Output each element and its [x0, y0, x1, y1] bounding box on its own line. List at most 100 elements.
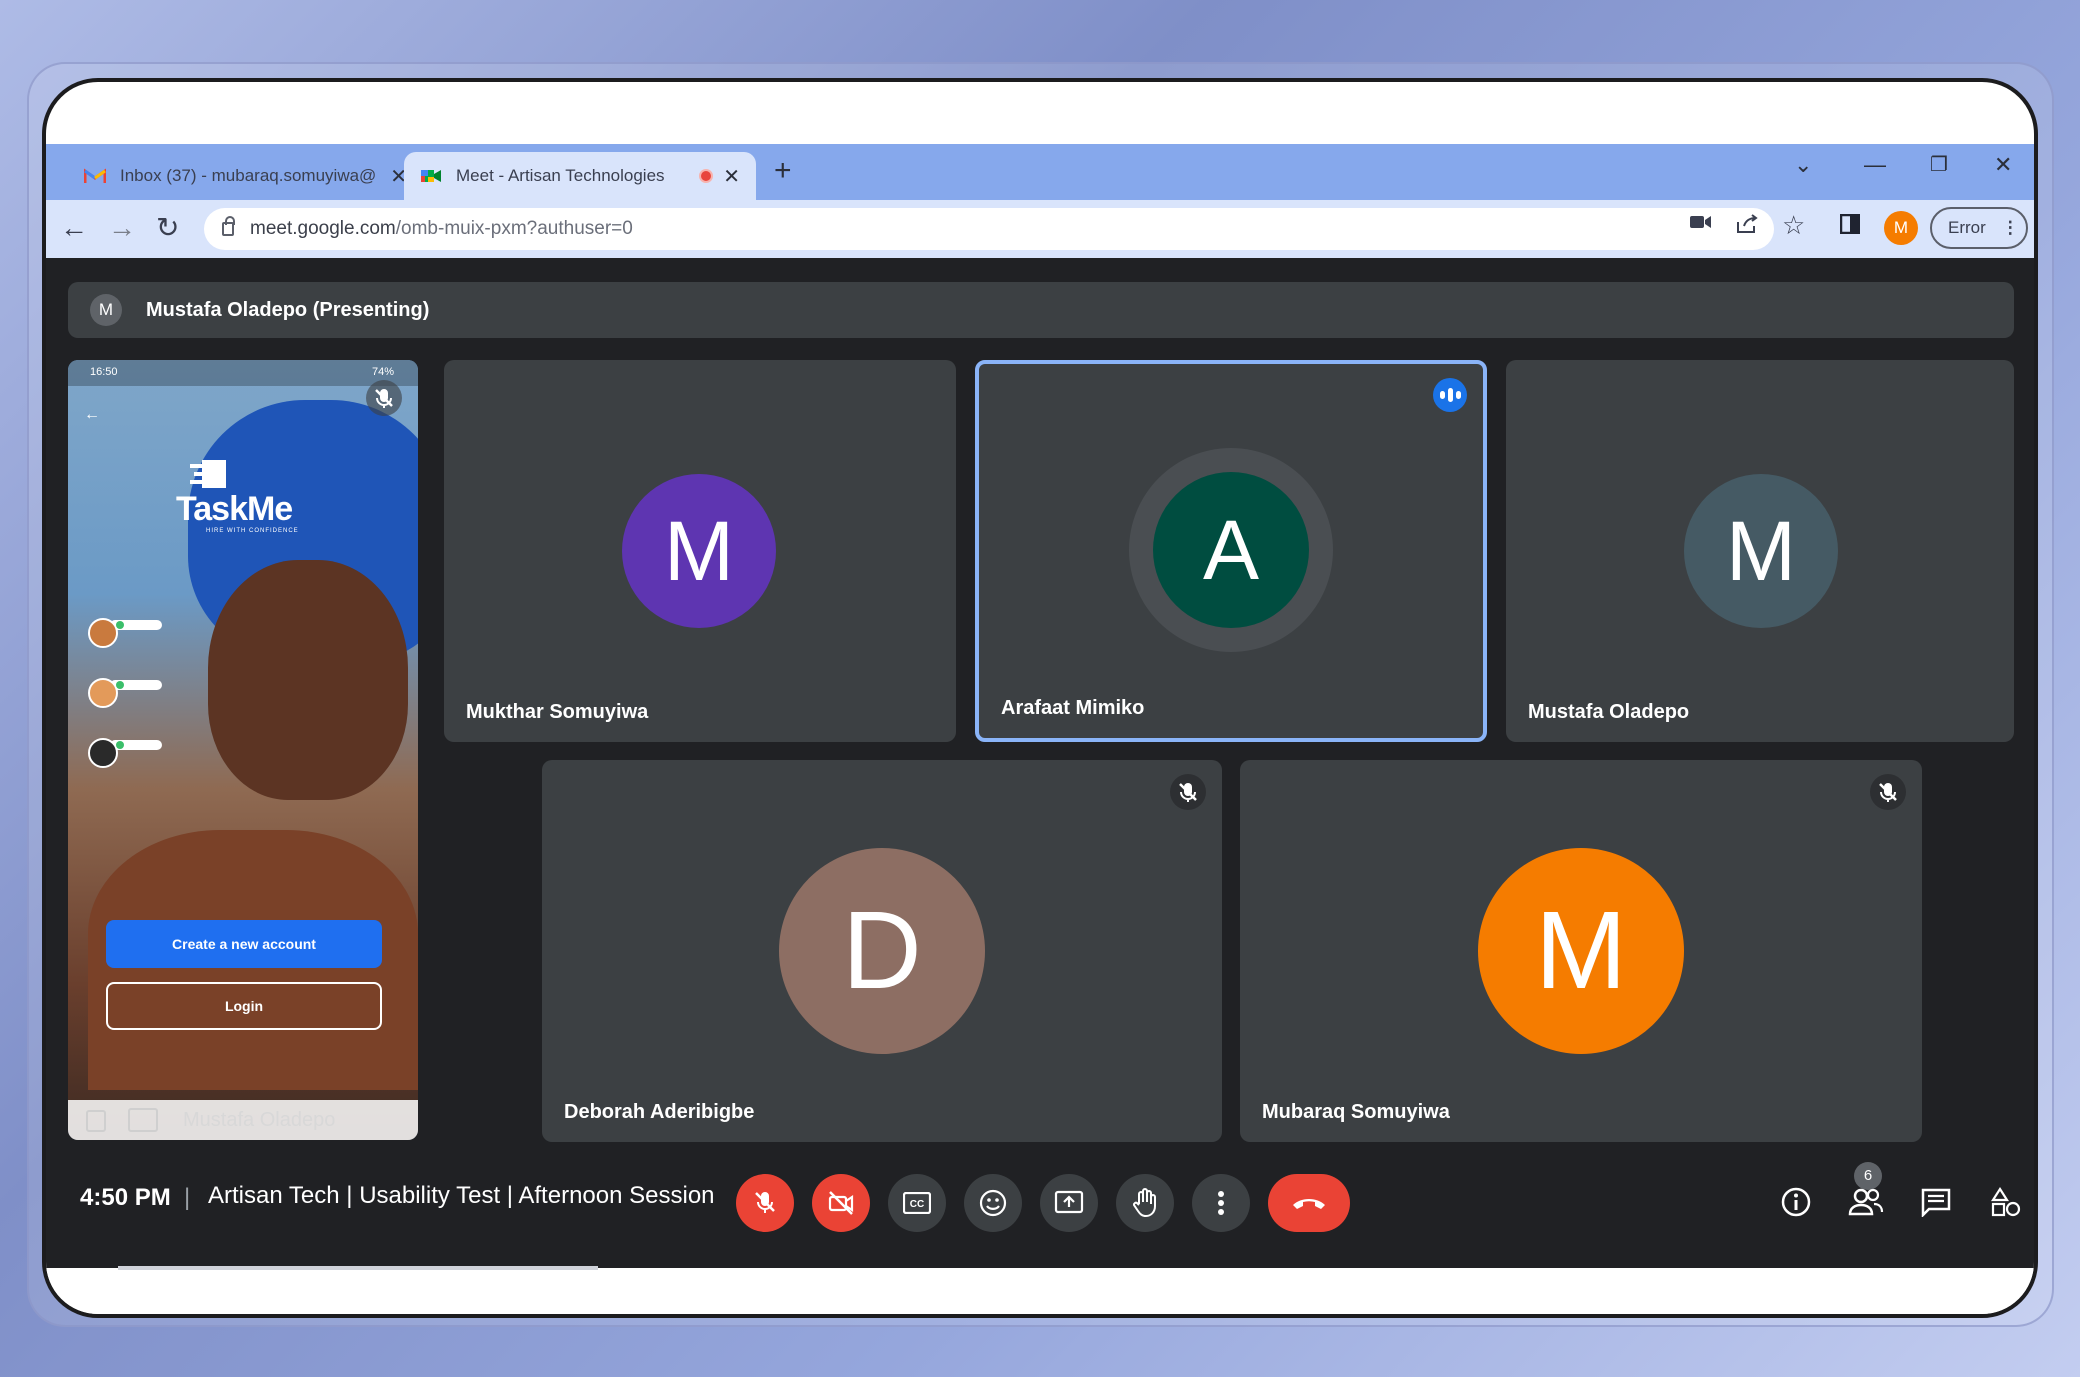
- participant-tile[interactable]: D Deborah Aderibigbe: [542, 760, 1222, 1142]
- present-icon: [1054, 1190, 1084, 1214]
- captions-icon: CC: [903, 1192, 931, 1214]
- recording-icon: [699, 169, 714, 183]
- fullscreen-icon[interactable]: [128, 1108, 158, 1132]
- mic-off-icon: [1170, 774, 1206, 810]
- camera-toggle-button[interactable]: [812, 1174, 870, 1232]
- avatar-chip: [88, 734, 168, 768]
- illustration-face: [208, 560, 408, 800]
- microphone-toggle-button[interactable]: [736, 1174, 794, 1232]
- browser-window: Inbox (37) - mubaraq.somuyiwa@ ✕ Meet - …: [42, 78, 2038, 1318]
- mic-off-icon: [1870, 774, 1906, 810]
- participant-name: Deborah Aderibigbe: [564, 1101, 755, 1123]
- participant-avatar: D: [779, 848, 985, 1054]
- people-icon: [1848, 1188, 1884, 1216]
- participant-tile[interactable]: M Mubaraq Somuyiwa: [1240, 760, 1922, 1142]
- tab-bar: Inbox (37) - mubaraq.somuyiwa@ ✕ Meet - …: [46, 144, 2034, 200]
- profile-avatar[interactable]: M: [1884, 211, 1918, 245]
- side-panel-icon[interactable]: [1840, 214, 1860, 234]
- url-host: meet.google.com: [250, 218, 396, 239]
- participant-avatar: A: [1153, 472, 1309, 628]
- hang-up-icon: [1293, 1199, 1325, 1209]
- present-screen-button[interactable]: [1040, 1174, 1098, 1232]
- close-tab-icon[interactable]: ✕: [723, 164, 740, 189]
- camera-icon[interactable]: [1690, 214, 1712, 230]
- participant-tile-active-speaker[interactable]: A Arafaat Mimiko: [975, 360, 1487, 742]
- bookmark-star-icon[interactable]: ☆: [1782, 210, 1805, 241]
- phone-time: 16:50: [90, 366, 118, 378]
- create-account-button: Create a new account: [106, 920, 382, 968]
- more-options-button[interactable]: [1192, 1174, 1250, 1232]
- tab-search-icon[interactable]: ⌄: [1794, 152, 1812, 178]
- leave-call-button[interactable]: [1268, 1174, 1350, 1232]
- new-tab-button[interactable]: +: [774, 154, 792, 188]
- participant-tile[interactable]: M Mustafa Oladepo: [1506, 360, 2014, 742]
- meet-stage: M Mustafa Oladepo (Presenting) 16:50 74%…: [46, 258, 2034, 1268]
- speaking-indicator-icon: [1433, 378, 1467, 412]
- avatar-chip: [88, 614, 168, 648]
- mic-off-icon: [755, 1192, 775, 1213]
- url-path: /omb-muix-pxm?authuser=0: [395, 218, 633, 239]
- captions-button[interactable]: CC: [888, 1174, 946, 1232]
- title-separator: |: [184, 1184, 191, 1211]
- phone-back-icon: ←: [84, 406, 100, 423]
- more-menu-icon: ⋮: [2001, 218, 2019, 237]
- shared-screen-tile[interactable]: 16:50 74% ← TaskMe HIRE WITH CONFIDENCE …: [68, 360, 418, 1140]
- app-tagline: HIRE WITH CONFIDENCE: [206, 528, 299, 534]
- tab-inbox[interactable]: Inbox (37) - mubaraq.somuyiwa@ ✕: [68, 152, 423, 200]
- info-icon: [1781, 1187, 1811, 1217]
- participant-name: Mustafa Oladepo: [1528, 701, 1690, 723]
- control-bar: 4:50 PM | Artisan Tech | Usability Test …: [46, 1154, 2034, 1244]
- share-icon[interactable]: [1736, 214, 1758, 234]
- people-button[interactable]: [1846, 1182, 1886, 1222]
- chat-icon: [1921, 1188, 1951, 1217]
- activities-button[interactable]: [1986, 1182, 2026, 1222]
- meet-icon: [421, 170, 441, 182]
- forward-icon[interactable]: →: [108, 213, 136, 243]
- nav-bar: ← → ↻ meet.google.com/omb-muix-pxm?authu…: [46, 200, 2034, 258]
- chat-button[interactable]: [1916, 1182, 1956, 1222]
- minimize-icon[interactable]: —: [1864, 152, 1886, 178]
- participant-tile[interactable]: M Mukthar Somuyiwa: [444, 360, 956, 742]
- tab-meet[interactable]: Meet - Artisan Technologies ✕: [404, 152, 756, 200]
- participant-avatar: M: [1684, 474, 1838, 628]
- meeting-title: Artisan Tech | Usability Test | Afternoo…: [208, 1182, 715, 1209]
- horizontal-scrollbar[interactable]: [118, 1266, 598, 1270]
- participant-name: Mukthar Somuyiwa: [466, 701, 649, 723]
- close-window-icon[interactable]: ✕: [1994, 152, 2012, 178]
- presenter-avatar: M: [90, 294, 122, 326]
- error-button[interactable]: Error ⋮: [1930, 207, 2028, 249]
- back-icon[interactable]: ←: [60, 213, 88, 243]
- activities-icon: [1990, 1186, 2021, 1217]
- participant-avatar: M: [622, 474, 776, 628]
- tab-title: Inbox (37) - mubaraq.somuyiwa@: [120, 166, 377, 185]
- shared-screen-footer: Mustafa Oladepo: [68, 1100, 418, 1140]
- avatar-chip: [88, 674, 168, 708]
- pin-icon[interactable]: [86, 1110, 106, 1132]
- presenter-label: Mustafa Oladepo (Presenting): [146, 298, 430, 321]
- meeting-details-button[interactable]: [1776, 1182, 1816, 1222]
- phone-battery: 74%: [371, 366, 394, 378]
- gmail-icon: [84, 168, 106, 183]
- mic-off-icon: [366, 380, 402, 416]
- lock-icon: [222, 216, 235, 236]
- meeting-time: 4:50 PM: [80, 1184, 171, 1211]
- shared-screen-owner: Mustafa Oladepo: [183, 1109, 336, 1131]
- window-bottom: [46, 1268, 2034, 1314]
- participant-name: Arafaat Mimiko: [1001, 697, 1145, 719]
- restore-icon[interactable]: ❐: [1930, 152, 1948, 177]
- tab-title: Meet - Artisan Technologies: [456, 166, 665, 185]
- emoji-icon: [979, 1189, 1007, 1217]
- participant-name: Mubaraq Somuyiwa: [1262, 1101, 1450, 1123]
- reactions-button[interactable]: [964, 1174, 1022, 1232]
- address-bar[interactable]: meet.google.com/omb-muix-pxm?authuser=0: [204, 208, 1774, 250]
- hand-icon: [1133, 1188, 1156, 1218]
- svg-text:CC: CC: [910, 1199, 924, 1210]
- app-logo-text: TaskMe: [176, 490, 293, 528]
- more-vert-icon: [1218, 1191, 1224, 1215]
- presenting-banner: M Mustafa Oladepo (Presenting): [68, 282, 2014, 338]
- participant-avatar: M: [1478, 848, 1684, 1054]
- reload-icon[interactable]: ↻: [156, 213, 179, 243]
- error-label: Error: [1948, 218, 1986, 237]
- raise-hand-button[interactable]: [1116, 1174, 1174, 1232]
- taskme-logo-icon: [190, 460, 226, 488]
